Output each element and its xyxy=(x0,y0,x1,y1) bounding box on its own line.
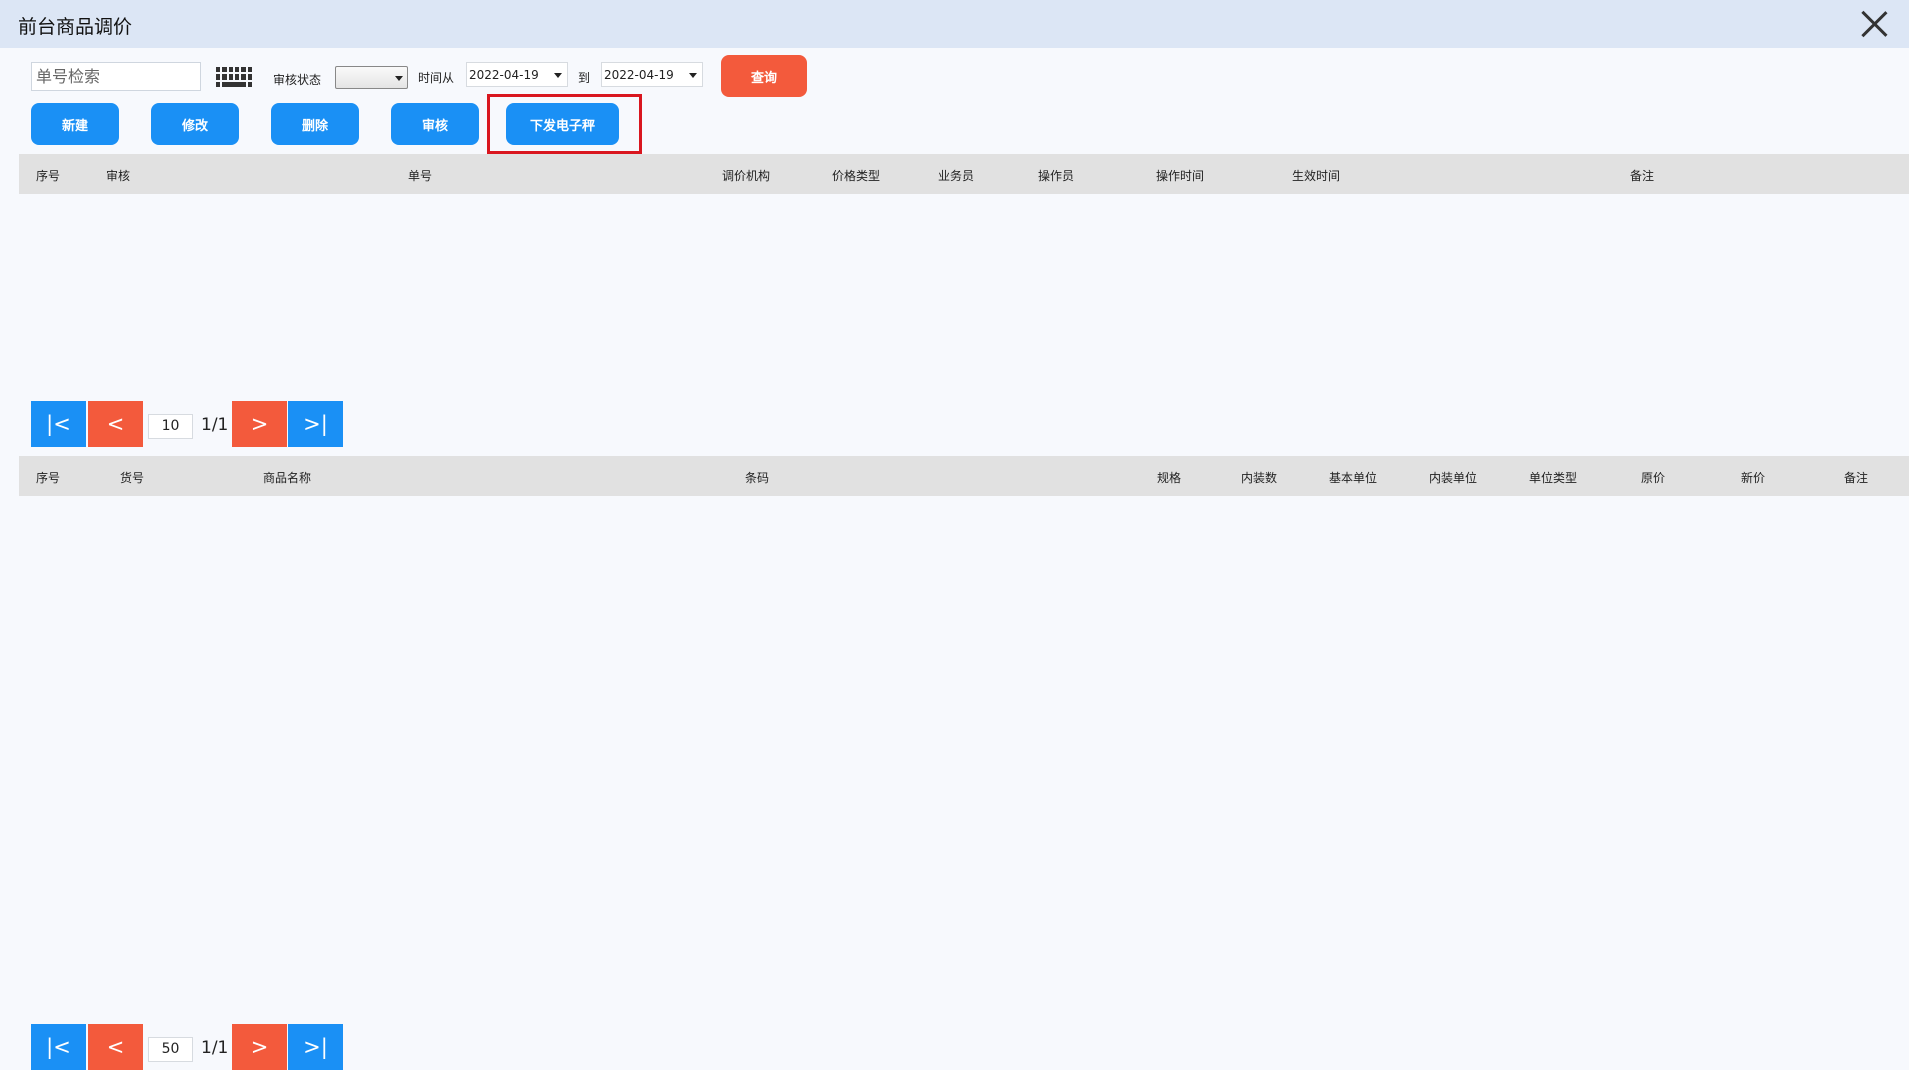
col-header: 单号 xyxy=(408,169,433,183)
col-header: 内装单位 xyxy=(1429,471,1478,485)
col-header: 序号 xyxy=(36,169,61,183)
col-header: 价格类型 xyxy=(832,169,881,183)
order-search-input[interactable] xyxy=(31,62,201,91)
to-label: 到 xyxy=(578,71,591,85)
item-page-info: 1/1 xyxy=(201,1038,229,1058)
item-prev-page-button[interactable]: < xyxy=(88,1024,143,1070)
keyboard-icon[interactable] xyxy=(216,67,252,87)
item-first-page-button[interactable]: |< xyxy=(31,1024,86,1070)
title-bar: 前台商品调价 xyxy=(0,0,1909,48)
item-table-header: 序号 货号 商品名称 条码 规格 内装数 基本单位 内装单位 单位类型 原价 新… xyxy=(19,456,1909,496)
col-header: 生效时间 xyxy=(1292,169,1341,183)
col-header: 审核 xyxy=(106,169,131,183)
col-header: 原价 xyxy=(1641,471,1666,485)
col-header: 基本单位 xyxy=(1329,471,1378,485)
new-button[interactable]: 新建 xyxy=(31,103,119,145)
col-header: 内装数 xyxy=(1241,471,1278,485)
date-to-picker[interactable]: 2022-04-19 xyxy=(601,62,703,87)
window-title: 前台商品调价 xyxy=(18,16,133,38)
order-last-page-button[interactable]: >| xyxy=(288,401,343,447)
col-header: 单位类型 xyxy=(1529,471,1578,485)
order-table-header: 序号 审核 单号 调价机构 价格类型 业务员 操作员 操作时间 生效时间 备注 xyxy=(19,154,1909,194)
highlight-box xyxy=(487,94,642,154)
col-header: 序号 xyxy=(36,471,61,485)
col-header: 备注 xyxy=(1844,471,1869,485)
query-button[interactable]: 查询 xyxy=(721,55,807,97)
col-header: 业务员 xyxy=(938,169,975,183)
date-from-picker[interactable]: 2022-04-19 xyxy=(466,62,568,87)
col-header: 备注 xyxy=(1630,169,1655,183)
col-header: 新价 xyxy=(1741,471,1766,485)
time-from-label: 时间从 xyxy=(418,71,455,85)
order-page-size-input[interactable]: 10 xyxy=(148,414,193,439)
edit-button[interactable]: 修改 xyxy=(151,103,239,145)
close-icon[interactable] xyxy=(1859,9,1889,39)
col-header: 操作时间 xyxy=(1156,169,1205,183)
audit-button[interactable]: 审核 xyxy=(391,103,479,145)
order-next-page-button[interactable]: > xyxy=(232,401,287,447)
delete-button[interactable]: 删除 xyxy=(271,103,359,145)
item-last-page-button[interactable]: >| xyxy=(288,1024,343,1070)
item-next-page-button[interactable]: > xyxy=(232,1024,287,1070)
col-header: 规格 xyxy=(1157,471,1182,485)
order-first-page-button[interactable]: |< xyxy=(31,401,86,447)
col-header: 操作员 xyxy=(1038,169,1075,183)
order-page-info: 1/1 xyxy=(201,415,229,435)
col-header: 货号 xyxy=(120,471,145,485)
item-page-size-input[interactable]: 50 xyxy=(148,1037,193,1062)
col-header: 商品名称 xyxy=(263,471,312,485)
order-prev-page-button[interactable]: < xyxy=(88,401,143,447)
col-header: 条码 xyxy=(745,471,770,485)
status-select[interactable] xyxy=(335,66,408,89)
col-header: 调价机构 xyxy=(722,169,771,183)
status-label: 审核状态 xyxy=(273,73,322,87)
